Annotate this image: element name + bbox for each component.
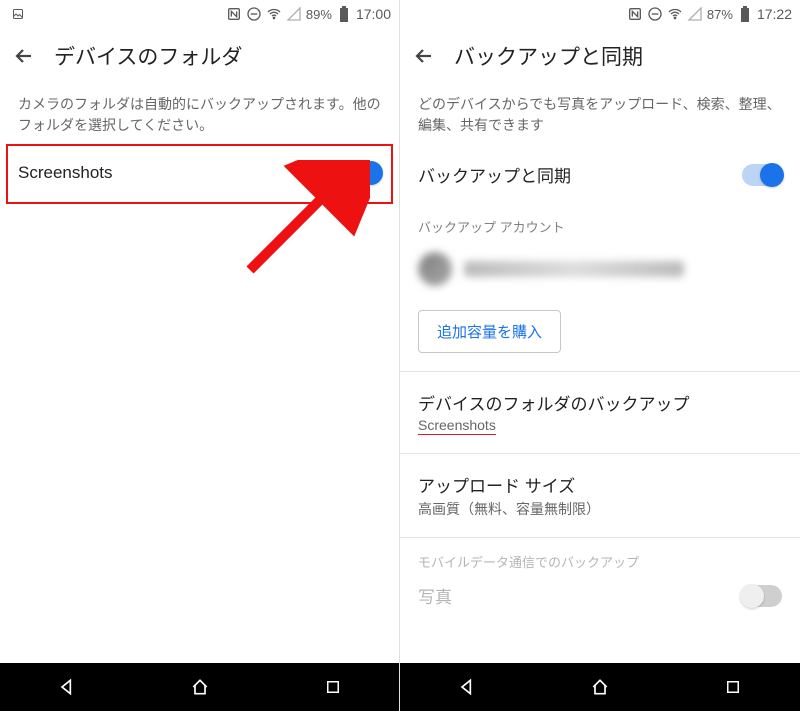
battery-percent: 87% [707,7,733,22]
app-bar: バックアップと同期 [400,28,800,84]
upload-size-row[interactable]: アップロード サイズ 高画質（無料、容量無制限） [400,454,800,537]
backup-account-row[interactable] [400,238,800,300]
photo-app-icon [8,6,24,22]
nav-back-icon[interactable] [456,676,478,698]
dnd-icon [647,6,663,22]
nfc-icon [627,6,643,22]
back-button[interactable] [12,44,36,68]
photos-mobile-row[interactable]: 写真 [400,573,800,608]
backup-sync-label: バックアップと同期 [418,162,571,187]
wifi-icon [266,6,282,22]
wifi-icon [667,6,683,22]
screen-body: どのデバイスからでも写真をアップロード、検索、整理、編集、共有できます バックア… [400,84,800,663]
back-button[interactable] [412,44,436,68]
screen-device-folders: 89% 17:00 デバイスのフォルダ カメラのフォルダは自動的にバックアップさ… [0,0,400,711]
screen-backup-sync: 87% 17:22 バックアップと同期 どのデバイスからでも写真をアップロード、… [400,0,800,711]
clock-time: 17:22 [757,6,792,22]
app-bar: デバイスのフォルダ [0,28,399,84]
page-title: バックアップと同期 [454,41,643,71]
battery-icon [336,6,352,22]
status-bar: 89% 17:00 [0,0,399,28]
account-email-redacted [464,261,684,277]
highlight-annotation [6,144,393,204]
photos-label: 写真 [418,583,452,608]
section-description: どのデバイスからでも写真をアップロード、検索、整理、編集、共有できます [400,84,800,148]
status-bar: 87% 17:22 [400,0,800,28]
nav-recent-icon[interactable] [722,676,744,698]
photos-mobile-toggle[interactable] [742,585,782,607]
page-title: デバイスのフォルダ [54,41,242,71]
screen-body: カメラのフォルダは自動的にバックアップされます。他のフォルダを選択してください。… [0,84,399,663]
backup-sync-toggle[interactable] [742,164,782,186]
upload-size-title: アップロード サイズ [418,472,600,497]
account-subheader: バックアップ アカウント [400,201,800,238]
buy-storage-button[interactable]: 追加容量を購入 [418,310,561,353]
upload-size-value: 高画質（無料、容量無制限） [418,499,600,519]
mobile-data-subheader: モバイルデータ通信でのバックアップ [400,538,800,573]
section-description: カメラのフォルダは自動的にバックアップされます。他のフォルダを選択してください。 [0,84,399,148]
dnd-icon [246,6,262,22]
avatar [418,252,452,286]
clock-time: 17:00 [356,6,391,22]
signal-icon [286,6,302,22]
navigation-bar [400,663,800,711]
nfc-icon [226,6,242,22]
device-folders-value: Screenshots [418,417,690,435]
nav-recent-icon[interactable] [322,676,344,698]
signal-icon [687,6,703,22]
battery-percent: 89% [306,7,332,22]
nav-home-icon[interactable] [189,676,211,698]
nav-home-icon[interactable] [589,676,611,698]
backup-sync-row[interactable]: バックアップと同期 [400,148,800,201]
battery-icon [737,6,753,22]
navigation-bar [0,663,399,711]
nav-back-icon[interactable] [56,676,78,698]
device-folders-row[interactable]: デバイスのフォルダのバックアップ Screenshots [400,372,800,453]
device-folders-title: デバイスのフォルダのバックアップ [418,390,690,415]
folder-toggle[interactable] [341,162,381,184]
